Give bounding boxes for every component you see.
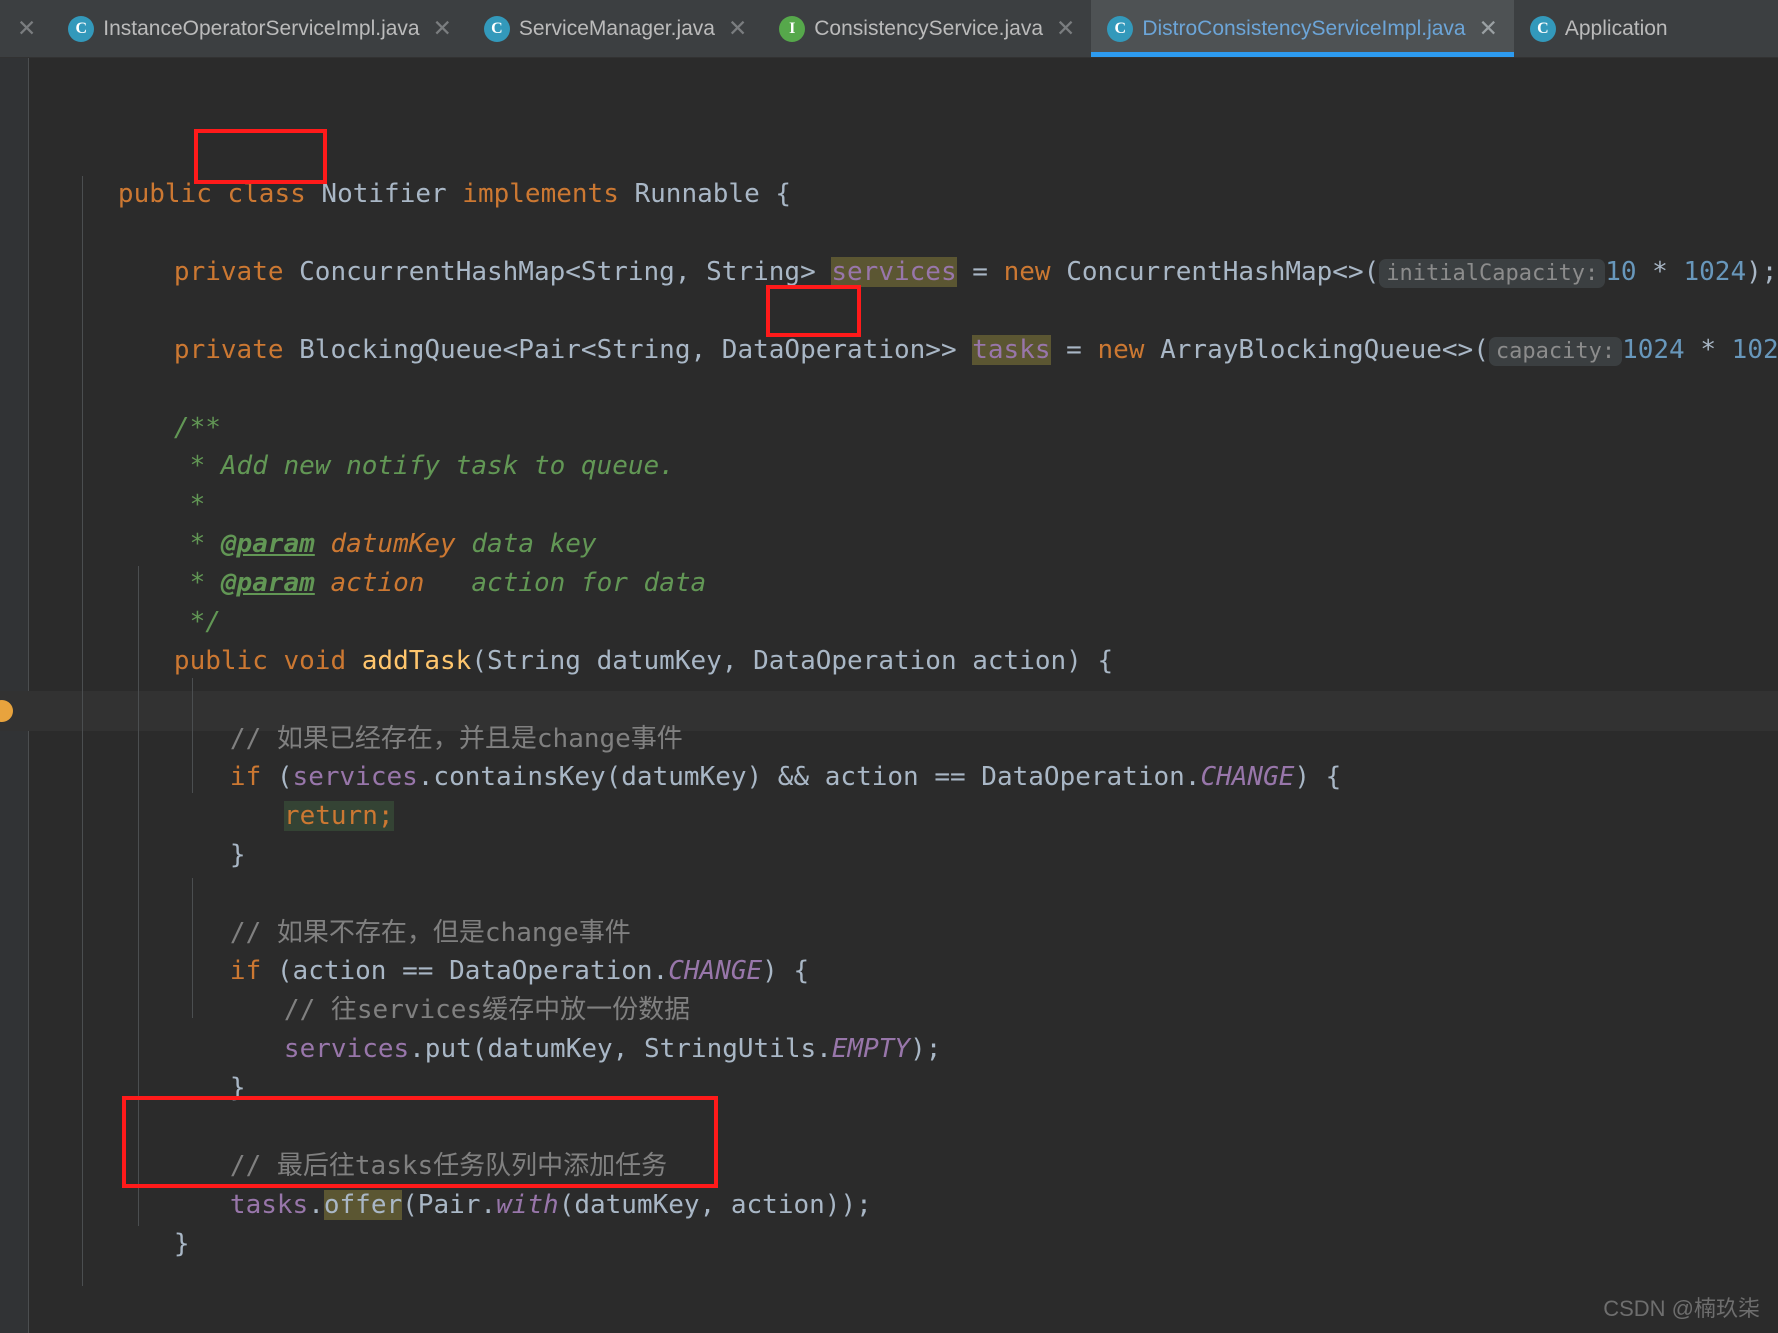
keyword-new: new <box>1003 256 1067 287</box>
editor-tab-bar[interactable]: ✕ C InstanceOperatorServiceImpl.java ✕ C… <box>0 0 1778 58</box>
code-line-javadoc-close[interactable]: */ <box>0 564 1778 637</box>
type-concurrenthashmap: ConcurrentHashMap<String, String> <box>299 256 832 287</box>
number-1024: 1024 <box>1622 334 1685 365</box>
keyword-private: private <box>173 334 300 365</box>
number-10: 10 <box>1605 256 1637 287</box>
type-blockingqueue: BlockingQueue<Pair<String, DataOperation… <box>299 334 973 365</box>
method-params: (String datumKey, DataOperation action) … <box>471 645 1114 676</box>
keyword-implements: implements <box>446 178 635 209</box>
keyword-private: private <box>173 256 300 287</box>
code-line-javadoc-desc[interactable]: * Add new notify task to queue. <box>0 408 1778 481</box>
code-line-tasks-field[interactable]: private BlockingQueue<Pair<String, DataO… <box>0 292 1778 366</box>
red-highlight-box-tasks <box>766 285 861 337</box>
code-line-javadoc-param-datumkey[interactable]: * @param datumKey data key <box>0 486 1778 559</box>
tab-label: ConsistencyService.java <box>814 16 1044 40</box>
field-tasks: tasks <box>972 334 1051 365</box>
java-class-icon: C <box>483 15 510 42</box>
tab-consistency-service[interactable]: I ConsistencyService.java ✕ <box>763 0 1091 57</box>
code-line-if-contains-key[interactable]: if (services.containsKey(datumKey) && ac… <box>0 719 1778 792</box>
code-line-if-change[interactable]: if (action == DataOperation.CHANGE) { <box>0 913 1778 986</box>
operator-assign: = <box>1050 334 1098 365</box>
red-highlight-box-notifier <box>194 129 327 184</box>
brace-close: } <box>173 1228 190 1259</box>
red-highlight-box-offer-task <box>122 1096 718 1188</box>
code-line-comment-not-exists[interactable]: // 如果不存在，但是change事件 <box>0 875 1778 948</box>
java-interface-icon: I <box>779 15 806 42</box>
code-line-comment-cache-put[interactable]: // 往services缓存中放一份数据 <box>0 952 1778 1025</box>
field-services: services <box>831 256 957 287</box>
class-name-notifier: Notifier <box>321 178 447 209</box>
tab-application[interactable]: C Application <box>1514 0 1684 57</box>
line-end: ); <box>1746 256 1778 287</box>
tab-distro-consistency-service-impl[interactable]: C DistroConsistencyServiceImpl.java ✕ <box>1091 0 1514 57</box>
code-editor[interactable]: public class Notifier implements Runnabl… <box>0 58 1778 1333</box>
close-icon[interactable]: ✕ <box>17 17 36 40</box>
method-name-addtask: addTask <box>361 645 472 676</box>
code-line-close-brace-1[interactable]: } <box>0 797 1778 870</box>
tab-label: DistroConsistencyServiceImpl.java <box>1142 16 1466 40</box>
code-line-close-brace-3[interactable]: } <box>0 1186 1778 1259</box>
close-icon[interactable]: ✕ <box>1056 17 1075 40</box>
java-class-icon: C <box>1529 15 1556 42</box>
tab-label: Application <box>1564 16 1668 40</box>
code-line-services-put[interactable]: services.put(datumKey, StringUtils.EMPTY… <box>0 991 1778 1064</box>
code-line-javadoc-blank[interactable]: * <box>0 447 1778 520</box>
operator-multiply: * <box>1684 334 1732 365</box>
close-icon[interactable]: ✕ <box>433 17 452 40</box>
csdn-watermark: CSDN @楠玖柒 <box>1603 1296 1760 1321</box>
interface-runnable: Runnable { <box>634 178 792 209</box>
param-hint-capacity: capacity: <box>1488 336 1623 366</box>
code-line-close-brace-2[interactable]: } <box>0 1030 1778 1103</box>
close-icon[interactable]: ✕ <box>728 17 747 40</box>
tab-instance-operator-service-impl[interactable]: C InstanceOperatorServiceImpl.java ✕ <box>52 0 468 57</box>
tab-partial-left[interactable]: ✕ <box>0 0 52 57</box>
code-line-javadoc-param-action[interactable]: * @param action action for data <box>0 525 1778 598</box>
ctor-arrayblockingqueue: ArrayBlockingQueue<>( <box>1160 334 1489 365</box>
brace-close: } <box>229 839 246 870</box>
operator-multiply: * <box>1636 256 1684 287</box>
java-class-icon: C <box>68 15 95 42</box>
code-line-javadoc-open[interactable]: /** <box>0 370 1778 443</box>
keyword-public-void: public void <box>173 645 362 676</box>
keyword-new: new <box>1097 334 1161 365</box>
tab-service-manager[interactable]: C ServiceManager.java ✕ <box>468 0 763 57</box>
ctor-concurrenthashmap: ConcurrentHashMap<>( <box>1066 256 1380 287</box>
code-line-method-addtask[interactable]: public void addTask(String datumKey, Dat… <box>0 603 1778 676</box>
number-1024: 1024 <box>1731 334 1778 365</box>
code-line-return[interactable]: return; <box>0 758 1778 831</box>
operator-assign: = <box>956 256 1004 287</box>
tab-label: InstanceOperatorServiceImpl.java <box>103 16 420 40</box>
code-line-services-field[interactable]: private ConcurrentHashMap<String, String… <box>0 214 1778 288</box>
code-line-comment-exists[interactable]: // 如果已经存在，并且是change事件 <box>0 681 1778 754</box>
number-1024: 1024 <box>1683 256 1747 287</box>
java-class-icon: C <box>1107 15 1134 42</box>
close-icon[interactable]: ✕ <box>1479 17 1498 40</box>
param-hint-initial-capacity: initialCapacity: <box>1379 258 1606 288</box>
tab-label: ServiceManager.java <box>518 16 715 40</box>
